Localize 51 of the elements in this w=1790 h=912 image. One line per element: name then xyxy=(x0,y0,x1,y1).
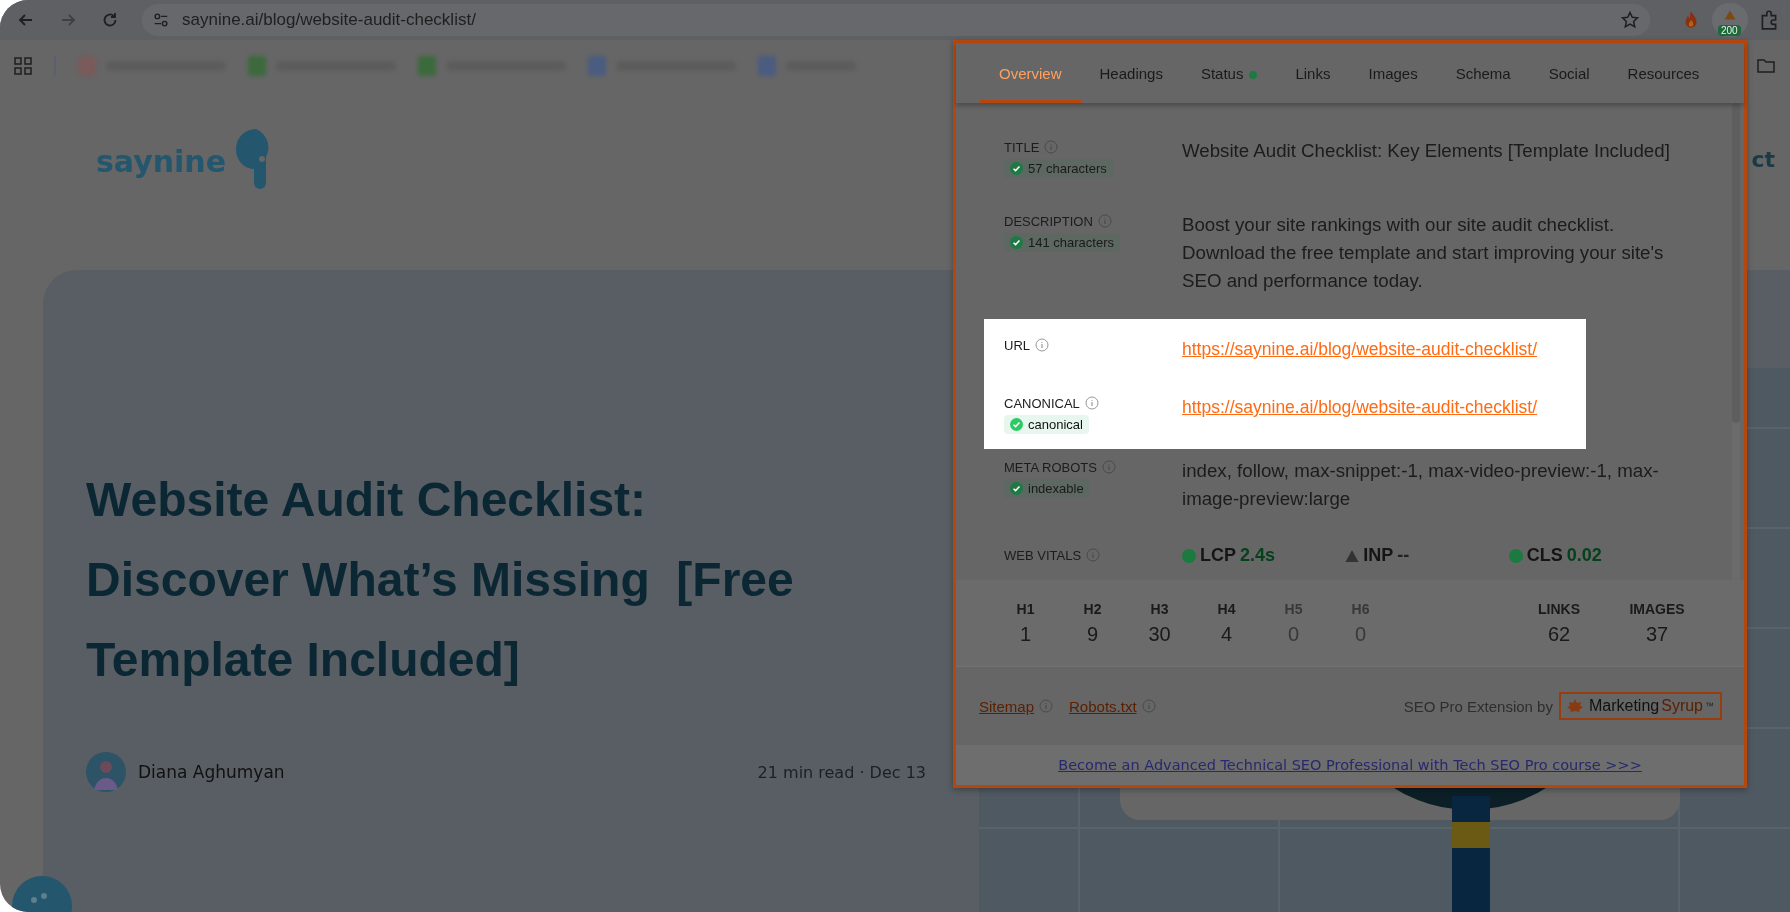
author-name: Diana Aghumyan xyxy=(138,762,285,782)
heading-level-label: H2 xyxy=(1083,600,1102,617)
tab[interactable]: Schema xyxy=(1436,43,1530,103)
heading-count: 4 xyxy=(1220,622,1233,646)
read-time-date: 21 min read · Dec 13 xyxy=(757,762,926,782)
heading-level-label: H4 xyxy=(1217,600,1236,617)
field-label: WEB VITALS xyxy=(1004,547,1082,563)
total-count: 62 xyxy=(1547,622,1571,646)
status-badge: 57 characters xyxy=(1004,159,1113,178)
field-value: Website Audit Checklist: Key Elements [Template Included] xyxy=(1182,140,1670,161)
url-link[interactable]: https://saynine.ai/blog/website-audit-checklist/ xyxy=(1182,397,1538,417)
heading-count: 1 xyxy=(1019,622,1032,646)
tab[interactable]: Resources xyxy=(1608,43,1719,103)
tab[interactable]: Social xyxy=(1529,43,1609,103)
tab[interactable]: Status xyxy=(1181,43,1277,103)
footer-link[interactable]: Sitemap xyxy=(979,697,1035,715)
status-badge: canonical xyxy=(1004,415,1089,434)
field-value: Boost your site rankings with our site audit checklist. Download the free template and start improving your site's SEO and performance today. xyxy=(1182,214,1664,291)
field-label: URL xyxy=(1004,337,1030,353)
vital-name: INP xyxy=(1363,545,1394,566)
vital-value: -- xyxy=(1397,545,1410,566)
address-bar[interactable]: saynine.ai/blog/website-audit-checklist/ xyxy=(142,4,1650,36)
total-count: 37 xyxy=(1645,622,1669,646)
field-label: DESCRIPTION xyxy=(1004,213,1093,229)
status-badge: 141 characters xyxy=(1004,233,1120,252)
credit-text: SEO Pro Extension by xyxy=(1403,697,1553,715)
footer-link[interactable]: Robots.txt xyxy=(1069,697,1137,715)
tab[interactable]: Links xyxy=(1276,43,1350,103)
vital-name: CLS xyxy=(1526,545,1563,566)
total-label: IMAGES xyxy=(1629,600,1685,617)
heading-level-label: H1 xyxy=(1016,600,1035,617)
heading-level-label: H3 xyxy=(1150,600,1169,617)
extension-badge: 200 xyxy=(1718,25,1741,36)
tab[interactable]: Overview xyxy=(980,43,1081,103)
status-badge: indexable xyxy=(1004,479,1090,498)
field-value: index, follow, max-snippet:-1, max-video-preview:-1, max-image-preview:large xyxy=(1182,460,1659,509)
field-label: CANONICAL xyxy=(1004,395,1080,411)
tab[interactable]: Headings xyxy=(1080,43,1182,103)
vital-name: LCP xyxy=(1200,545,1236,566)
field-label: TITLE xyxy=(1004,139,1040,155)
total-label: LINKS xyxy=(1538,600,1580,617)
article-headline: Website Audit Checklist: Discover What’s Missing [Free Template Included] xyxy=(86,472,795,688)
vital-value: 2.4s xyxy=(1240,545,1276,566)
url-link[interactable]: https://saynine.ai/blog/website-audit-checklist/ xyxy=(1182,339,1538,359)
field-label: META ROBOTS xyxy=(1004,459,1097,475)
extension-button[interactable]: 200 xyxy=(1712,3,1748,37)
vital-value: 0.02 xyxy=(1566,545,1602,566)
heading-count: 9 xyxy=(1086,622,1099,646)
heading-count: 30 xyxy=(1148,622,1171,646)
nav-link[interactable]: ct xyxy=(1751,147,1775,172)
tab[interactable]: Images xyxy=(1349,43,1437,103)
